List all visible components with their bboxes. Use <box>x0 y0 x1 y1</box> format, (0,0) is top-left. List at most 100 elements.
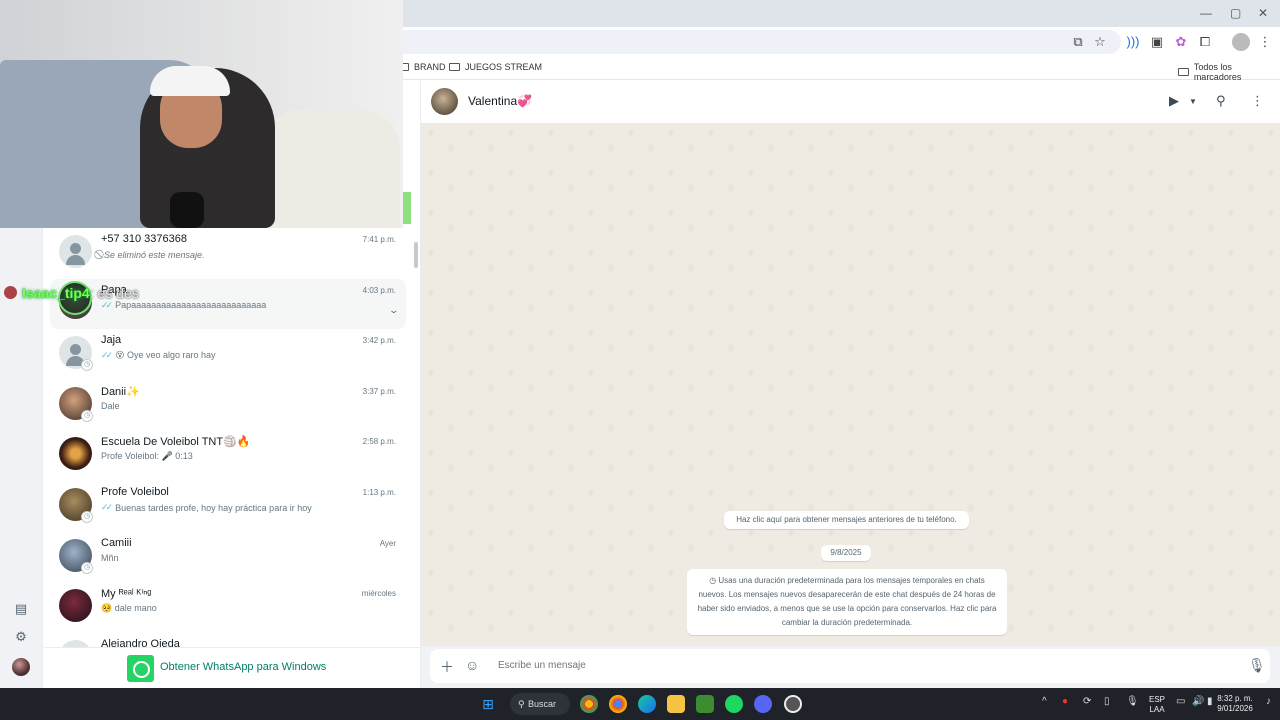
puzzle-icon[interactable]: ⧠ <box>1196 33 1214 51</box>
extension-wave-icon[interactable]: ))) <box>1124 33 1142 51</box>
profile-avatar-icon[interactable] <box>1232 33 1250 51</box>
chat-preview-text: 🥺 dale mano <box>101 603 157 614</box>
notification-bell-icon[interactable]: ♪ <box>1266 696 1271 707</box>
chat-name: Profe Voleibol <box>101 486 169 498</box>
language-indicator[interactable]: ESP LAA <box>1146 695 1168 715</box>
volume-icon[interactable]: 🔊 <box>1192 696 1204 707</box>
more-vert-icon[interactable]: ⋮ <box>1256 33 1274 51</box>
chat-list-item[interactable]: ◷Alejandro Ojeda <box>50 633 406 647</box>
chat-time: 2:58 p.m. <box>362 437 396 447</box>
chrome-profile-icon[interactable] <box>609 695 627 713</box>
discord-icon[interactable] <box>754 695 772 713</box>
date-chip: 9/8/2025 <box>821 545 871 561</box>
extension-box-icon[interactable]: ▣ <box>1148 33 1166 51</box>
extension-flower-icon[interactable]: ✿ <box>1172 33 1190 51</box>
contact-name[interactable]: Valentina💞 <box>468 94 532 108</box>
stream-message-text: : es des <box>89 285 139 301</box>
minecraft-icon[interactable] <box>696 695 714 713</box>
video-call-icon[interactable]: ▶ <box>1169 93 1179 109</box>
chat-avatar[interactable] <box>59 589 92 623</box>
tray-app-icon[interactable]: ● <box>1062 696 1068 707</box>
bookmark-brand[interactable]: BRAND <box>398 62 446 72</box>
tray-device-icon[interactable]: ▯ <box>1104 696 1110 707</box>
chat-header: Valentina💞 ▶ ▼ ⚲ ⋮ <box>420 81 1280 123</box>
media-gallery-icon[interactable]: ▤ <box>13 601 29 617</box>
get-whatsapp-label[interactable]: Obtener WhatsApp para Windows <box>160 661 326 673</box>
minimize-icon[interactable]: — <box>1200 6 1212 20</box>
chat-list-item[interactable]: My ᴿᵉᵃˡ ᴷⁱⁿᵍ miércoles 🥺 dale mano <box>50 582 406 632</box>
attach-plus-icon[interactable]: ＋ <box>440 657 454 677</box>
clock-date: 9/01/2026 <box>1217 704 1253 713</box>
chat-preview-text: Dale <box>101 400 120 411</box>
chrome-icon[interactable] <box>580 695 598 713</box>
folder-icon <box>1178 68 1189 76</box>
bookmark-label: JUEGOS STREAM <box>465 62 543 72</box>
chat-name: Escuela De Voleibol TNT🏐🔥 <box>101 436 251 449</box>
clock[interactable]: 8:32 p. m. 9/01/2026 <box>1210 694 1260 714</box>
chat-list-item[interactable]: +57 310 3376368 7:41 p.m.⃠Se eliminó este… <box>50 228 406 278</box>
close-icon[interactable]: ✕ <box>1258 6 1268 20</box>
chat-preview: ⃠Se eliminó este mensaje. <box>101 249 205 260</box>
chat-preview-text: Se eliminó este mensaje. <box>104 249 205 260</box>
install-app-icon[interactable]: ⧉ <box>1069 33 1087 51</box>
chat-preview-text: 😵 Oye veo algo raro hay <box>115 350 216 361</box>
edge-icon[interactable] <box>638 695 656 713</box>
search-icon[interactable]: ⚲ <box>1216 93 1226 109</box>
chat-time: 4:03 p.m. <box>362 285 396 295</box>
chat-list-item[interactable]: ◷ Camiii Ayer Mñn <box>50 532 406 582</box>
webcam-cap <box>150 66 230 96</box>
network-icon[interactable]: ▭ <box>1176 696 1185 707</box>
chat-time: 3:37 p.m. <box>362 386 396 396</box>
date-chip-label: 9/8/2025 <box>830 548 862 557</box>
message-input[interactable] <box>498 660 1198 671</box>
chat-name: +57 310 3376368 <box>101 233 187 245</box>
chat-list-item[interactable]: ◷ Profe Voleibol 1:13 p.m. ✓✓ Buenas tardes … <box>50 481 406 531</box>
read-ticks-icon: ✓✓ <box>101 350 113 361</box>
chat-list-item[interactable]: Escuela De Voleibol TNT🏐🔥 2:58 p.m. Profe … <box>50 430 406 480</box>
tray-sync-icon[interactable]: ⟳ <box>1083 696 1091 707</box>
chat-name: Camiii <box>101 536 132 549</box>
tray-mic-icon[interactable]: 🎙 <box>1126 696 1139 707</box>
chat-list-scrollbar[interactable] <box>414 242 418 268</box>
chat-preview: Profe Voleibol: 🎤 0:13 <box>101 451 193 462</box>
chat-preview-text: Mñn <box>101 552 119 563</box>
settings-gear-icon[interactable]: ⚙ <box>13 629 29 645</box>
spotify-icon[interactable] <box>725 695 743 713</box>
obs-icon[interactable] <box>784 695 802 713</box>
microphone-icon[interactable]: 🎙 <box>1248 657 1266 674</box>
sticker-icon[interactable]: ☺ <box>465 657 479 673</box>
chevron-down-icon[interactable]: ⌄ <box>389 305 400 316</box>
chat-preview: ✓✓ 😵 Oye veo algo raro hay <box>101 350 216 361</box>
chat-avatar[interactable] <box>59 235 92 268</box>
maximize-icon[interactable]: ▢ <box>1230 6 1241 20</box>
taskbar-search[interactable]: ⚲ Buscar <box>510 693 570 715</box>
chat-avatar[interactable] <box>59 437 92 471</box>
chat-list-item[interactable]: ◷ Jaja 3:42 p.m. ✓✓ 😵 Oye veo algo raro hay <box>50 329 406 379</box>
chat-time: 7:41 p.m. <box>362 235 396 244</box>
star-icon[interactable]: ☆ <box>1091 33 1109 51</box>
chevron-down-icon[interactable]: ▼ <box>1189 97 1197 106</box>
windows-taskbar: ⊞ ⚲ Buscar ^ ● ⟳ ▯ 🎙 ESP LAA ▭ 🔊 ▮ 8:32 … <box>0 688 1280 720</box>
chat-preview: ✓✓ Buenas tardes profe, hoy hay práctica … <box>101 502 312 513</box>
bookmark-juegos-stream[interactable]: JUEGOS STREAM <box>449 62 542 72</box>
chat-preview-text: Papaaaaaaaaaaaaaaaaaaaaaaaaaaa <box>115 300 267 311</box>
windows-start-icon[interactable]: ⊞ <box>479 695 497 713</box>
webcam-chair <box>260 110 400 228</box>
profile-avatar[interactable] <box>12 658 30 676</box>
address-bar[interactable] <box>403 30 1121 54</box>
all-bookmarks[interactable]: Todos los marcadores <box>1178 62 1280 82</box>
chat-messages-area: Haz clic aquí para obtener mensajes ante… <box>420 123 1280 646</box>
chat-avatar[interactable] <box>59 639 92 647</box>
chat-name: Danii✨ <box>101 385 140 398</box>
tray-chevron-up-icon[interactable]: ^ <box>1042 696 1047 707</box>
chat-list-item[interactable]: ◷ Danii✨ 3:37 p.m. Dale <box>50 380 406 430</box>
chat-preview-text: Buenas tardes profe, hoy hay práctica pa… <box>115 502 312 513</box>
menu-icon[interactable]: ⋮ <box>1251 93 1264 109</box>
load-older-messages[interactable]: Haz clic aquí para obtener mensajes ante… <box>724 511 969 529</box>
disappearing-messages-notice[interactable]: ◷ Usas una duración predeterminada para … <box>687 569 1007 635</box>
file-explorer-icon[interactable] <box>667 695 685 713</box>
contact-avatar[interactable] <box>431 88 458 115</box>
get-whatsapp-banner[interactable]: Obtener WhatsApp para Windows <box>44 647 420 688</box>
chat-time: Ayer <box>379 538 396 548</box>
stream-user-badge-icon <box>4 286 17 299</box>
